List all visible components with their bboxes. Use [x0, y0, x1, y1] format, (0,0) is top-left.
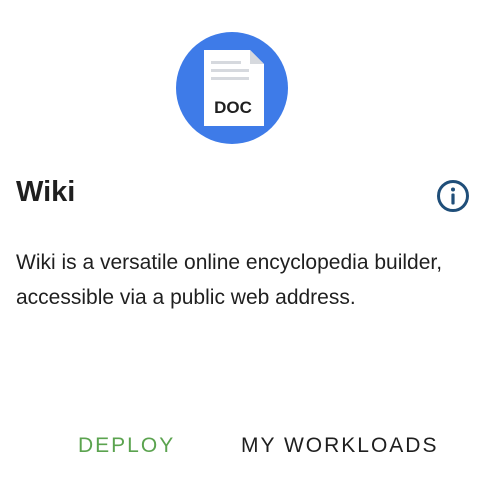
card-description: Wiki is a versatile online encyclopedia … — [16, 251, 443, 309]
card-title: Wiki — [16, 176, 76, 208]
info-icon — [437, 180, 469, 212]
document-icon: DOC — [176, 32, 288, 144]
deploy-button[interactable]: DEPLOY — [78, 426, 175, 466]
card-actions: DEPLOY MY WORKLOADS — [0, 426, 484, 466]
my-workloads-button[interactable]: MY WORKLOADS — [241, 426, 438, 466]
app-card: DOC Wiki Wiki is a versatile online ency… — [0, 0, 484, 486]
logo-label: DOC — [214, 98, 252, 117]
app-logo: DOC — [176, 32, 288, 144]
info-button[interactable] — [436, 179, 470, 213]
